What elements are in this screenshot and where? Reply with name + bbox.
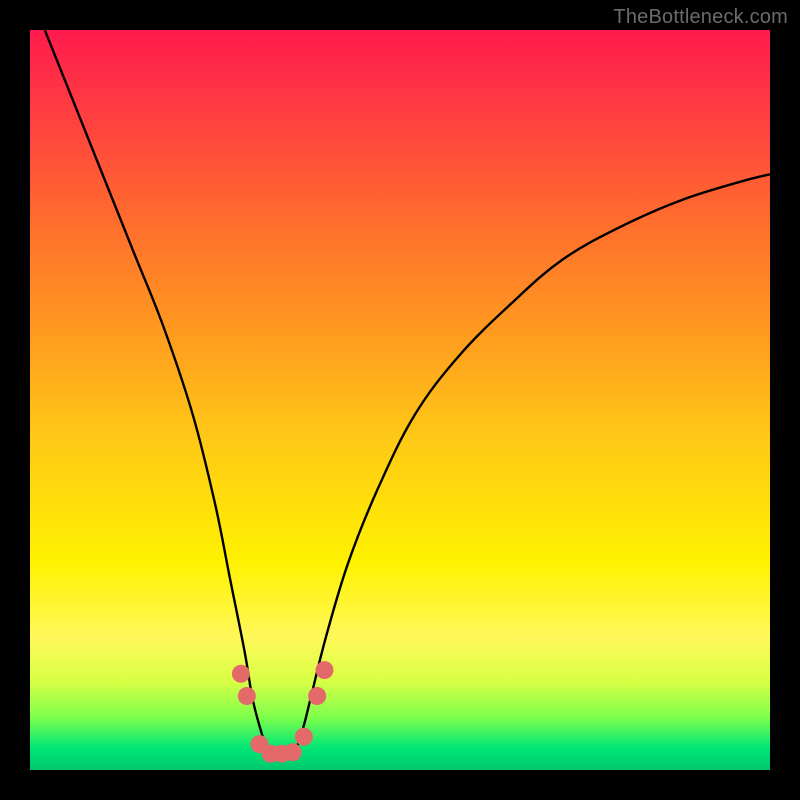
plot-area [30, 30, 770, 770]
curve-marker [284, 743, 302, 761]
curve-marker [316, 661, 334, 679]
chart-frame: TheBottleneck.com [0, 0, 800, 800]
curve-marker [308, 687, 326, 705]
bottleneck-curve [45, 30, 770, 756]
chart-svg [30, 30, 770, 770]
curve-markers [232, 661, 334, 763]
curve-marker [238, 687, 256, 705]
watermark-text: TheBottleneck.com [613, 6, 788, 29]
curve-marker [295, 728, 313, 746]
curve-marker [232, 665, 250, 683]
